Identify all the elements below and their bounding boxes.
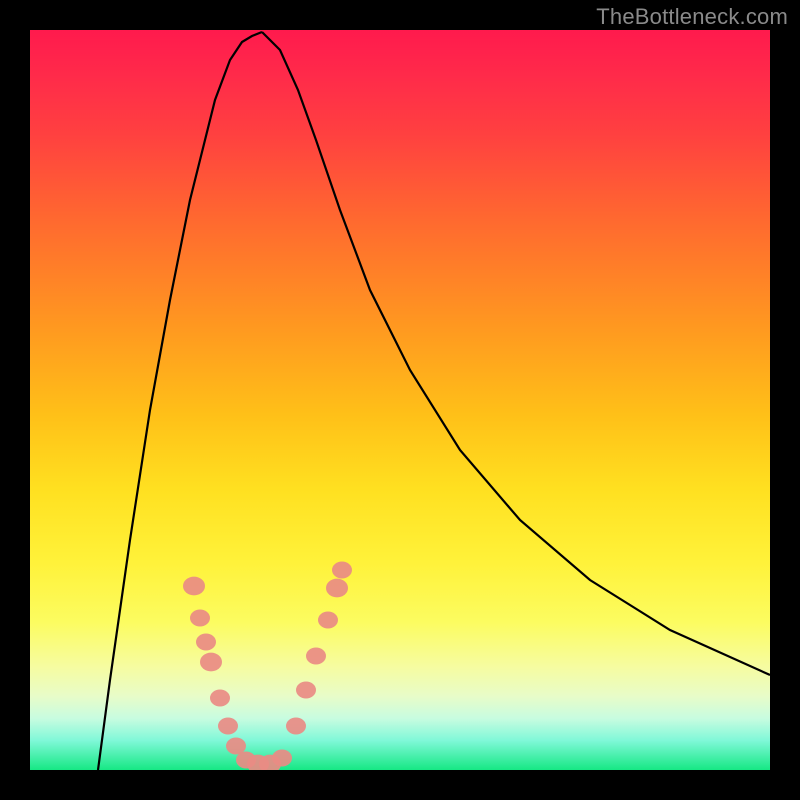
- data-marker: [196, 634, 216, 651]
- data-marker: [306, 648, 326, 665]
- data-marker: [183, 577, 205, 596]
- data-marker: [200, 653, 222, 672]
- data-marker: [332, 562, 352, 579]
- data-marker: [318, 612, 338, 629]
- marker-layer: [183, 562, 352, 771]
- data-marker: [272, 750, 292, 767]
- data-marker: [210, 690, 230, 707]
- chart-frame: TheBottleneck.com: [0, 0, 800, 800]
- curve-layer: [30, 30, 770, 770]
- data-marker: [190, 610, 210, 627]
- watermark-text: TheBottleneck.com: [596, 4, 788, 30]
- data-marker: [326, 579, 348, 598]
- data-marker: [296, 682, 316, 699]
- data-marker: [218, 718, 238, 735]
- left-curve: [98, 32, 262, 770]
- plot-area: [30, 30, 770, 770]
- right-curve: [262, 32, 770, 675]
- data-marker: [286, 718, 306, 735]
